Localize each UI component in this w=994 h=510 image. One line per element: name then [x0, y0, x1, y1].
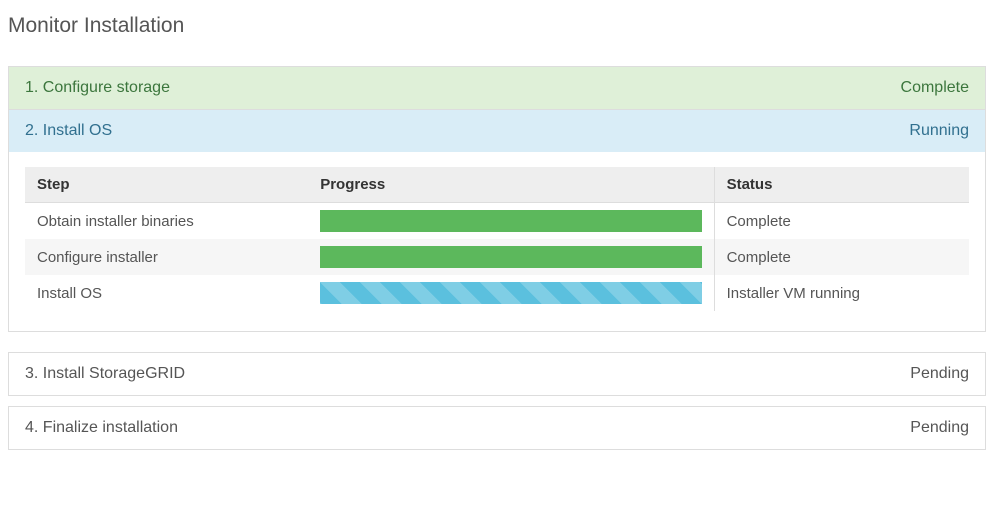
step-name: Obtain installer binaries	[25, 203, 308, 240]
step-name: Install OS	[25, 275, 308, 311]
progress-bar	[320, 210, 701, 232]
stage-status: Pending	[910, 419, 969, 437]
stage-label: 2. Install OS	[25, 122, 112, 140]
stage-label: 1. Configure storage	[25, 79, 170, 97]
step-status: Complete	[714, 239, 969, 275]
table-row: Obtain installer binaries Complete	[25, 203, 969, 240]
progress-bar-container	[320, 282, 701, 304]
stage-group-active: 1. Configure storage Complete 2. Install…	[8, 66, 986, 332]
col-header-status: Status	[714, 167, 969, 203]
stage-body: Step Progress Status Obtain installer bi…	[9, 152, 985, 331]
steps-table: Step Progress Status Obtain installer bi…	[25, 167, 969, 311]
table-row: Install OS Installer VM running	[25, 275, 969, 311]
stage-install-storagegrid: 3. Install StorageGRID Pending	[8, 352, 986, 396]
stage-label: 4. Finalize installation	[25, 419, 178, 437]
stage-header[interactable]: 3. Install StorageGRID Pending	[9, 353, 985, 395]
stage-label: 3. Install StorageGRID	[25, 365, 185, 383]
stage-install-os: 2. Install OS Running Step Progress Stat…	[9, 109, 985, 331]
stage-finalize-installation: 4. Finalize installation Pending	[8, 406, 986, 450]
stage-status: Complete	[901, 79, 969, 97]
step-progress-cell	[308, 203, 714, 240]
step-status: Installer VM running	[714, 275, 969, 311]
stage-configure-storage: 1. Configure storage Complete	[9, 67, 985, 109]
step-status: Complete	[714, 203, 969, 240]
stage-header[interactable]: 1. Configure storage Complete	[9, 67, 985, 109]
page-title: Monitor Installation	[8, 14, 986, 38]
col-header-step: Step	[25, 167, 308, 203]
progress-bar	[320, 282, 701, 304]
stage-status: Pending	[910, 365, 969, 383]
progress-bar	[320, 246, 701, 268]
stage-status: Running	[909, 122, 969, 140]
progress-bar-container	[320, 210, 701, 232]
progress-bar-container	[320, 246, 701, 268]
col-header-progress: Progress	[308, 167, 714, 203]
stage-header[interactable]: 4. Finalize installation Pending	[9, 407, 985, 449]
step-name: Configure installer	[25, 239, 308, 275]
step-progress-cell	[308, 275, 714, 311]
step-progress-cell	[308, 239, 714, 275]
table-row: Configure installer Complete	[25, 239, 969, 275]
stage-header[interactable]: 2. Install OS Running	[9, 110, 985, 152]
